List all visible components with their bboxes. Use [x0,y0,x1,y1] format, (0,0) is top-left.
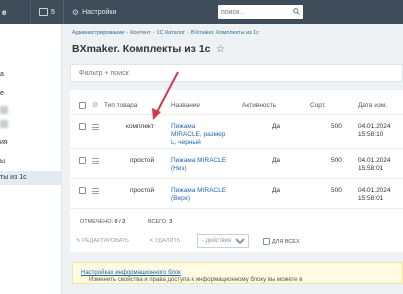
edit-button[interactable]: ✎ РЕДАКТИРОВАТЬ [76,238,129,244]
column-header-date[interactable]: Дата изм. [358,102,387,109]
row-name-link[interactable]: Пижама MIRACLE [171,157,226,164]
page-title: BXmaker. Комплекты из 1с [72,43,211,55]
for-all-label: ДЛЯ ВСЕХ [272,238,300,245]
breadcrumb-separator-icon: › [126,30,129,36]
notice-link[interactable]: Настройках информационного блок [81,270,181,276]
table-row[interactable]: простой Пижама MIRACLE (Верх) Да 500 04.… [70,178,403,208]
table-header: ⚙ Тип товара Название Активность Сорт. Д… [70,96,403,116]
action-bar: ✎ РЕДАКТИРОВАТЬ ✕ УДАЛИТЬ - действия - Д… [70,232,403,252]
row-active: Да [272,157,281,164]
row-sort: 500 [331,157,342,164]
filter-input[interactable] [71,65,271,81]
delete-label: УДАЛИТЬ [155,238,181,244]
sidebar-item-active[interactable]: ты из 1с [0,171,62,185]
row-menu-icon[interactable] [92,188,99,194]
total-value: 3 [169,219,173,225]
row-sort: 500 [331,187,342,194]
row-active: Да [272,123,281,130]
notifications-count: 5 [51,8,55,16]
selected-label: ОТМЕЧЕНО: [80,219,113,225]
gear-icon[interactable]: ⚙ [92,101,98,109]
top-bar: е 5 ⚙ Настройки [0,0,403,24]
select-all-checkbox[interactable] [79,102,86,109]
gear-icon: ⚙ [71,7,80,17]
for-all-toggle[interactable]: ДЛЯ ВСЕХ [263,238,300,245]
selected-count: ОТМЕЧЕНО: 0 / 3 [80,219,125,225]
sidebar-item-1[interactable]: а [0,71,4,78]
column-header-name[interactable]: Название [171,102,200,109]
edit-label: РЕДАКТИРОВАТЬ [82,238,129,244]
row-date: 04.01.2024 [358,123,391,130]
sidebar-item-4[interactable]: ы [0,158,5,165]
sidebar: а е ия ы ты из 1с [0,24,62,294]
total-count: ВСЕГО: 3 [148,219,172,225]
row-name-link[interactable]: (Верх) [171,195,190,202]
info-notice: Изменить свойства и права доступа к инфо… [72,262,403,284]
breadcrumb-item[interactable]: BXmaker. Комплекты из 1с [191,30,259,36]
row-type: простой [130,157,155,164]
row-checkbox[interactable] [79,123,86,130]
notice-message: Изменить свойства и права доступа к инфо… [89,277,303,283]
products-table: ⚙ Тип товара Название Активность Сорт. Д… [70,90,403,252]
notifications-icon [39,8,48,16]
breadcrumb-item[interactable]: Контент [130,30,150,36]
breadcrumb: Администрирование › Контент › 1С Каталог › BXm… [72,30,259,36]
notice-text: Изменить свойства и права доступа к инфо… [81,270,302,283]
sidebar-item-3[interactable]: ия [0,139,8,146]
row-date: 04.01.2024 [358,187,391,194]
search-box[interactable] [218,5,303,19]
selected-value: 0 / 3 [114,219,126,225]
search-icon[interactable] [293,8,300,15]
row-name-link[interactable]: L, черный [171,139,201,146]
notifications-button[interactable]: 5 [31,8,63,16]
row-time: 15:58:10 [358,131,384,138]
for-all-checkbox[interactable] [263,238,270,245]
row-type: простой [130,187,155,194]
star-icon[interactable]: ☆ [216,44,225,55]
main-content: Администрирование › Контент › 1С Каталог › BXm… [62,24,403,294]
breadcrumb-item[interactable]: 1С Каталог [157,30,186,36]
row-active: Да [272,187,281,194]
column-header-active[interactable]: Активность [242,102,276,109]
sidebar-item-active-label: ты из 1с [0,174,27,181]
row-name-link[interactable]: MIRACLE, размер [171,131,225,138]
logo[interactable]: е [0,8,30,17]
actions-select[interactable]: - действия - [197,234,249,248]
row-checkbox[interactable] [79,157,86,164]
row-name-link[interactable]: Пижама [171,123,195,130]
table-totals: ОТМЕЧЕНО: 0 / 3 ВСЕГО: 3 [70,208,403,232]
row-date: 04.01.2024 [358,157,391,164]
table-row[interactable]: комплект Пижама MIRACLE, размер L, черны… [70,114,403,148]
search-input[interactable] [218,8,288,16]
breadcrumb-separator-icon: › [187,30,189,36]
row-sort: 500 [331,123,342,130]
settings-button[interactable]: ⚙ Настройки [64,8,117,17]
row-time: 15:58:01 [358,165,384,172]
table-row[interactable]: простой Пижама MIRACLE (Низ) Да 500 04.0… [70,148,403,178]
row-time: 15:58:01 [358,195,384,202]
sidebar-blurred-icon [0,120,8,128]
row-checkbox[interactable] [79,187,86,194]
sidebar-blurred-icon [0,106,8,114]
breadcrumb-separator-icon: › [152,30,155,36]
column-header-type[interactable]: Тип товара [104,102,137,109]
sidebar-item-2[interactable]: е [0,90,4,97]
row-name-link[interactable]: (Низ) [171,165,187,172]
delete-button[interactable]: ✕ УДАЛИТЬ [149,238,180,244]
settings-label: Настройки [82,8,117,16]
row-name-link[interactable]: Пижама MIRACLE [171,187,226,194]
row-menu-icon[interactable] [92,124,99,130]
column-header-sort[interactable]: Сорт. [310,102,326,109]
filter-bar[interactable] [70,64,403,82]
row-menu-icon[interactable] [92,158,99,164]
breadcrumb-item[interactable]: Администрирование [72,30,124,36]
row-type: комплект [126,123,154,130]
total-label: ВСЕГО: [148,219,168,225]
